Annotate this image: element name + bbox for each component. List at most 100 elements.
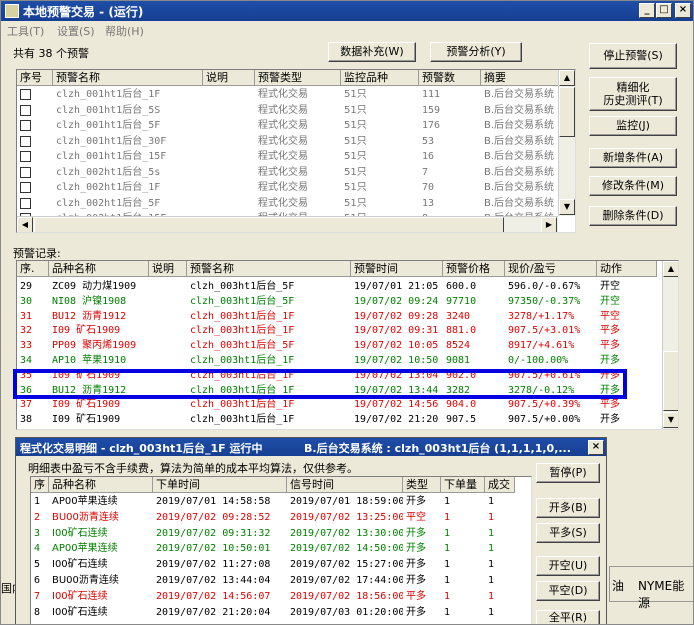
menu-settings[interactable]: 设置(S) (57, 23, 95, 39)
detail-header-cell[interactable]: 下单量 (441, 477, 485, 493)
add-condition-button[interactable]: 新增条件(A) (589, 148, 677, 168)
dialog-close-button[interactable]: × (588, 440, 604, 455)
enable-checkbox[interactable] (20, 151, 31, 162)
alerts-cell: 程式化交易 (258, 135, 308, 147)
records-header-cell[interactable]: 预警价格 (443, 261, 505, 277)
records-cell: 平多 (600, 399, 620, 411)
records-cell: 19/07/02 09:31 (354, 325, 439, 337)
trade-detail-cell: 3 (34, 527, 41, 539)
scroll-thumb[interactable] (559, 87, 575, 137)
detail-header-cell[interactable]: 类型 (403, 477, 441, 493)
background-tabs: 油 NYME能源 (609, 566, 693, 610)
alerts-cell: 111 (422, 89, 441, 100)
close-short-button[interactable]: 平空(D) (536, 581, 600, 601)
records-cell: 8524 (446, 340, 471, 352)
records-header-cell[interactable]: 说明 (149, 261, 187, 277)
trade-detail-cell: 1 (444, 527, 451, 539)
trade-detail-cell: 1 (488, 559, 495, 571)
alerts-header-cell[interactable]: 预警类型 (255, 70, 341, 86)
detail-header-cell[interactable]: 信号时间 (287, 477, 403, 493)
open-long-button[interactable]: 开多(B) (536, 498, 600, 518)
data-fill-button[interactable]: 数据补充(W) (328, 42, 416, 62)
app-icon (5, 4, 19, 18)
alerts-cell: clzh_001ht1后台_1F (56, 89, 161, 100)
records-header-cell[interactable]: 预警名称 (187, 261, 351, 277)
enable-checkbox[interactable] (20, 166, 31, 178)
records-cell: 19/07/01 21:05 (354, 281, 439, 292)
trade-detail-cell: 2019/07/02 18:56:00 (290, 590, 403, 602)
menu-tools[interactable]: 工具(T) (7, 23, 44, 39)
close-button[interactable]: × (675, 3, 691, 18)
trade-detail-cell: 2019/07/02 14:50:00 (290, 543, 403, 555)
detail-header-cell[interactable]: 品种名称 (49, 477, 153, 493)
alerts-header-cell[interactable]: 预警数 (419, 70, 481, 86)
records-label: 预警记录: (13, 247, 61, 260)
records-scroll-down-icon[interactable]: ▼ (663, 412, 678, 428)
records-cell: 9081 (446, 355, 471, 366)
alerts-vertical-scrollbar[interactable]: ▲ ▼ (558, 70, 575, 216)
records-cell: 29 (20, 281, 33, 292)
trade-detail-cell: 1 (444, 559, 451, 571)
menu-help[interactable]: 帮助(H) (105, 23, 144, 39)
alerts-cell: 159 (422, 104, 441, 116)
trade-detail-cell: 1 (488, 590, 495, 602)
detail-header-cell[interactable]: 序 (31, 477, 49, 493)
enable-checkbox[interactable] (20, 120, 31, 131)
menu-bar: 工具(T) 设置(S) 帮助(H) (1, 21, 693, 39)
alerts-cell: 程式化交易 (258, 120, 308, 131)
alerts-header-cell[interactable]: 监控品种 (341, 70, 419, 86)
maximize-button[interactable]: □ (656, 3, 672, 18)
scroll-down-arrow-icon[interactable]: ▼ (559, 199, 575, 215)
alerts-horizontal-scrollbar[interactable]: ◀ ▶ (17, 216, 558, 232)
enable-checkbox[interactable] (20, 104, 31, 116)
records-cell: 37 (20, 399, 33, 411)
alerts-cell: 8 (17, 196, 53, 211)
trade-detail-cell: 2 (34, 511, 41, 523)
alerts-cell: clzh_001ht1后台_5S (56, 104, 161, 116)
records-header-cell[interactable]: 预警时间 (351, 261, 443, 277)
trade-detail-header: 序品种名称 下单时间 信号时间 类型 下单量 成交 (31, 477, 515, 493)
hscroll-thumb[interactable] (34, 217, 504, 232)
open-short-button[interactable]: 开空(U) (536, 556, 600, 576)
records-scroll-thumb[interactable] (663, 351, 678, 411)
enable-checkbox[interactable] (20, 89, 31, 100)
alerts-cell: clzh_001ht1后台_5F (56, 120, 161, 131)
records-scroll-up-icon[interactable]: ▲ (663, 261, 678, 277)
trade-detail-cell: 4 (34, 543, 41, 555)
records-header-cell[interactable]: 序. (17, 261, 49, 277)
nyme-energy-tab[interactable]: NYME能源 (638, 577, 693, 611)
alerts-header-cell[interactable]: 序号 (17, 70, 53, 86)
records-header-cell[interactable]: 现价/盈亏 (505, 261, 597, 277)
close-all-button[interactable]: 全平(R) (536, 610, 600, 624)
enable-checkbox[interactable] (20, 197, 31, 209)
delete-condition-button[interactable]: 删除条件(D) (589, 206, 677, 226)
enable-checkbox[interactable] (20, 135, 31, 147)
scroll-up-arrow-icon[interactable]: ▲ (559, 70, 575, 86)
oil-tab[interactable]: 油 (612, 577, 624, 594)
records-cell: 19/07/02 14:56 (354, 399, 439, 411)
alerts-header-cell[interactable]: 预警名称 (53, 70, 203, 86)
detail-header-cell[interactable]: 成交 (485, 477, 515, 493)
records-cell: NI08 沪镍1908 (52, 295, 127, 307)
alerts-cell: 13 (422, 197, 435, 209)
minimize-button[interactable]: _ (639, 3, 655, 18)
trade-detail-cell: 1 (488, 527, 495, 539)
pause-button[interactable]: 暂停(P) (536, 463, 600, 483)
close-long-button[interactable]: 平多(S) (536, 523, 600, 543)
stop-alert-button[interactable]: 停止预警(S) (589, 43, 677, 69)
alerts-cell: 7 (17, 180, 53, 195)
trade-detail-cell: 2019/07/02 15:27:00 (290, 559, 403, 571)
modify-condition-button[interactable]: 修改条件(M) (589, 176, 677, 196)
records-header-cell[interactable]: 动作 (597, 261, 657, 277)
enable-checkbox[interactable] (20, 182, 31, 193)
records-vertical-scrollbar[interactable]: ▲ ▼ (662, 261, 678, 429)
alert-analysis-button[interactable]: 预警分析(Y) (430, 42, 522, 62)
scroll-left-arrow-icon[interactable]: ◀ (17, 217, 33, 232)
detail-header-cell[interactable]: 下单时间 (153, 477, 287, 493)
scroll-right-arrow-icon[interactable]: ▶ (541, 217, 557, 232)
records-cell: I09 矿石1909 (52, 414, 121, 426)
alerts-header-cell[interactable]: 说明 (203, 70, 255, 86)
monitor-button[interactable]: 监控(J) (589, 116, 677, 136)
records-header-cell[interactable]: 品种名称 (49, 261, 149, 277)
refine-backtest-button[interactable]: 精细化 历史测评(T) (589, 77, 677, 111)
